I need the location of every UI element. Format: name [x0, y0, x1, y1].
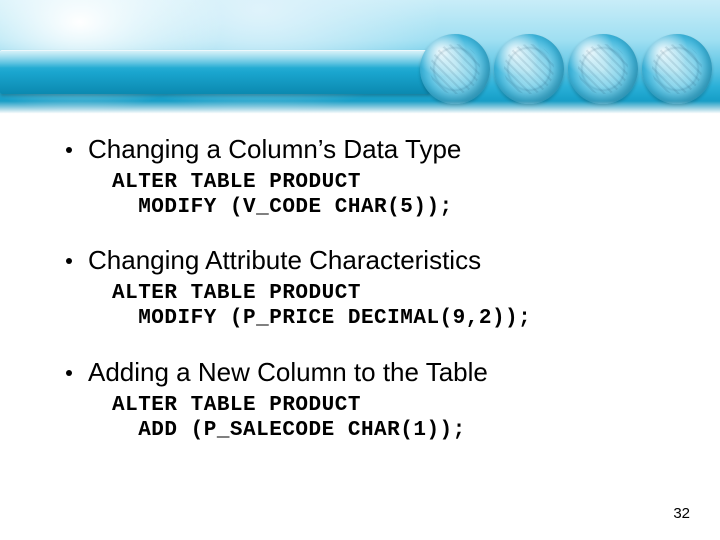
bullet-heading-text: Changing Attribute Characteristics — [88, 246, 481, 276]
code-line: ALTER TABLE PRODUCT — [112, 394, 361, 417]
bullet-dot-icon — [66, 370, 72, 376]
banner-fade — [0, 101, 720, 115]
code-block: ALTER TABLE PRODUCT MODIFY (P_PRICE DECI… — [112, 282, 676, 332]
banner-disc-icon — [568, 34, 638, 104]
bullet-section: Changing Attribute Characteristics ALTER… — [44, 246, 676, 331]
banner-disc-row — [420, 34, 712, 104]
bullet-section: Changing a Column’s Data Type ALTER TABL… — [44, 135, 676, 220]
bullet-heading-text: Changing a Column’s Data Type — [88, 135, 461, 165]
bullet-heading: Changing a Column’s Data Type — [44, 135, 676, 165]
page-number: 32 — [673, 505, 690, 522]
bullet-heading: Changing Attribute Characteristics — [44, 246, 676, 276]
code-line: MODIFY (P_PRICE DECIMAL(9,2)); — [112, 307, 531, 330]
banner-disc-icon — [642, 34, 712, 104]
bullet-section: Adding a New Column to the Table ALTER T… — [44, 358, 676, 443]
code-line: ADD (P_SALECODE CHAR(1)); — [112, 419, 466, 442]
bullet-heading: Adding a New Column to the Table — [44, 358, 676, 388]
slide-content: Changing a Column’s Data Type ALTER TABL… — [0, 115, 720, 443]
banner-disc-icon — [494, 34, 564, 104]
code-line: ALTER TABLE PRODUCT — [112, 282, 361, 305]
banner-title-bar — [0, 50, 430, 94]
code-line: ALTER TABLE PRODUCT — [112, 171, 361, 194]
code-line: MODIFY (V_CODE CHAR(5)); — [112, 196, 453, 219]
bullet-dot-icon — [66, 147, 72, 153]
slide-banner — [0, 0, 720, 115]
code-block: ALTER TABLE PRODUCT ADD (P_SALECODE CHAR… — [112, 394, 676, 444]
code-block: ALTER TABLE PRODUCT MODIFY (V_CODE CHAR(… — [112, 171, 676, 221]
banner-disc-icon — [420, 34, 490, 104]
bullet-dot-icon — [66, 258, 72, 264]
bullet-heading-text: Adding a New Column to the Table — [88, 358, 488, 388]
